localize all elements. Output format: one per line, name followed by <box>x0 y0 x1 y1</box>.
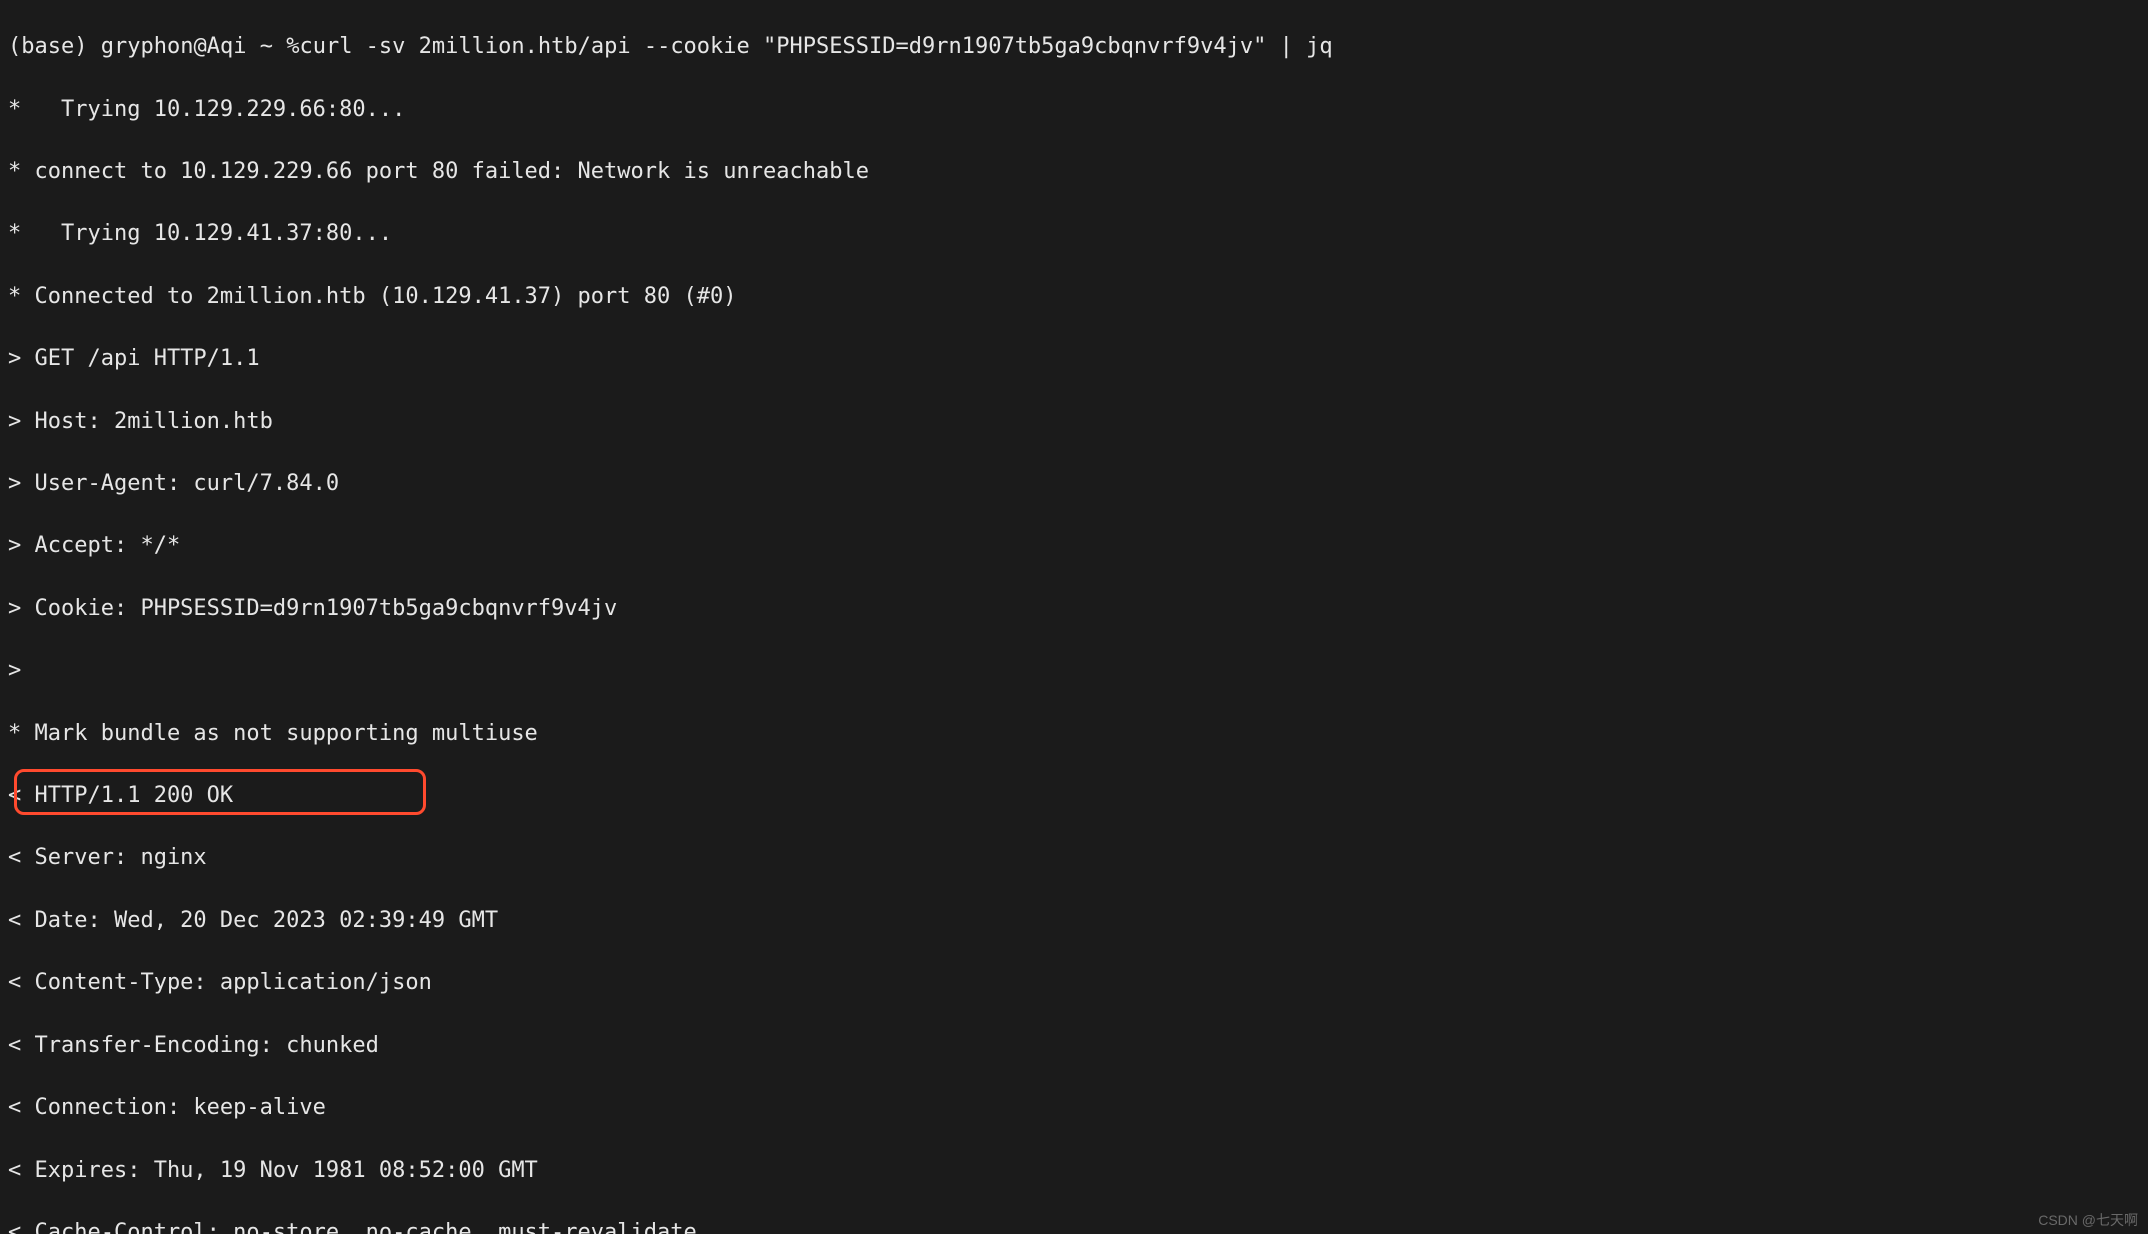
output-line: > <box>8 655 2140 686</box>
watermark-text: CSDN @七天啊 <box>2038 1210 2138 1230</box>
output-line: < Transfer-Encoding: chunked <box>8 1030 2140 1061</box>
prompt-user: gryphon <box>101 34 194 59</box>
output-line: < Expires: Thu, 19 Nov 1981 08:52:00 GMT <box>8 1155 2140 1186</box>
output-line: > Accept: */* <box>8 530 2140 561</box>
output-line: * connect to 10.129.229.66 port 80 faile… <box>8 156 2140 187</box>
prompt-host: Aqi <box>207 34 247 59</box>
prompt-path: ~ <box>260 34 273 59</box>
output-line: > Cookie: PHPSESSID=d9rn1907tb5ga9cbqnvr… <box>8 593 2140 624</box>
output-line: < Content-Type: application/json <box>8 967 2140 998</box>
prompt-marker: % <box>286 34 299 59</box>
output-line: * Connected to 2million.htb (10.129.41.3… <box>8 281 2140 312</box>
output-line: * Mark bundle as not supporting multiuse <box>8 718 2140 749</box>
output-line: * Trying 10.129.41.37:80... <box>8 218 2140 249</box>
output-line: < HTTP/1.1 200 OK <box>8 780 2140 811</box>
output-line: > User-Agent: curl/7.84.0 <box>8 468 2140 499</box>
output-line: > GET /api HTTP/1.1 <box>8 343 2140 374</box>
output-line: < Cache-Control: no-store, no-cache, mus… <box>8 1217 2140 1234</box>
prompt-env: (base) <box>8 34 87 59</box>
terminal-output[interactable]: (base) gryphon@Aqi ~ %curl -sv 2million.… <box>0 0 2148 1234</box>
output-line: < Connection: keep-alive <box>8 1092 2140 1123</box>
prompt-line: (base) gryphon@Aqi ~ %curl -sv 2million.… <box>8 31 2140 62</box>
output-line: * Trying 10.129.229.66:80... <box>8 94 2140 125</box>
output-line: < Date: Wed, 20 Dec 2023 02:39:49 GMT <box>8 905 2140 936</box>
output-line: < Server: nginx <box>8 842 2140 873</box>
output-line: > Host: 2million.htb <box>8 406 2140 437</box>
command-text: curl -sv 2million.htb/api --cookie "PHPS… <box>299 34 1332 59</box>
